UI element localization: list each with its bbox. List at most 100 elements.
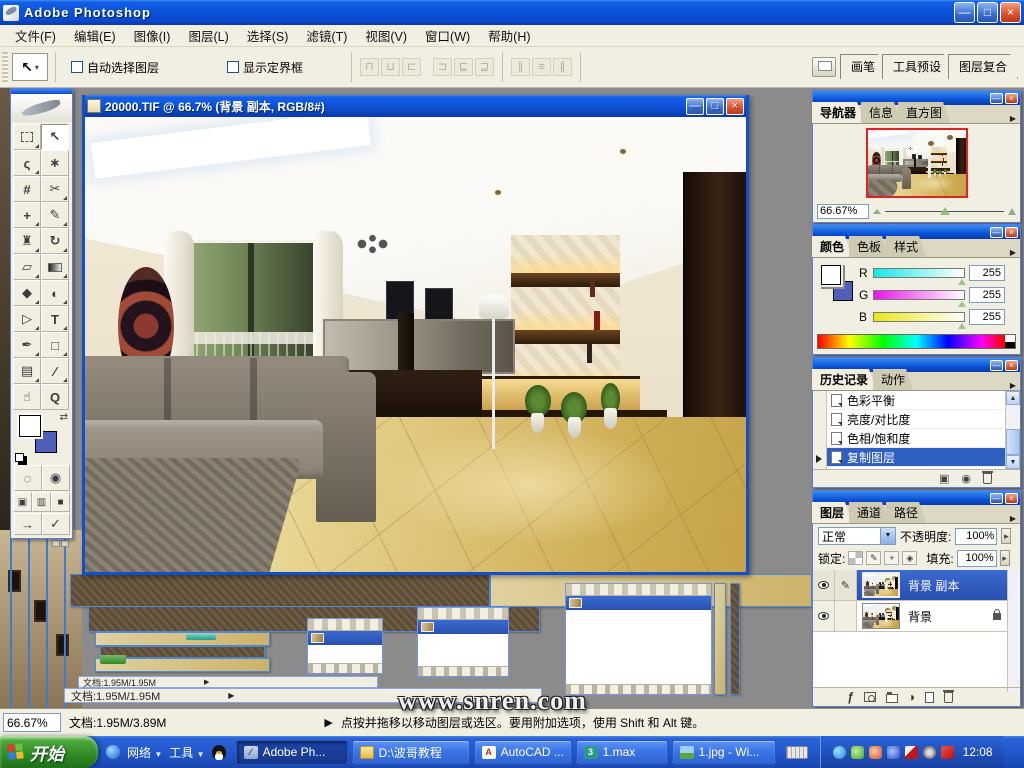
imageready-check-button[interactable]: ✓ xyxy=(41,513,70,535)
tray-shield-icon[interactable] xyxy=(850,745,864,759)
foreground-color-swatch[interactable] xyxy=(821,265,841,285)
red-value-input[interactable]: 255 xyxy=(969,265,1005,281)
task-button-autocad[interactable]: A AutoCAD ... xyxy=(473,739,572,765)
scrollbar-thumb[interactable] xyxy=(1006,429,1020,455)
file-browser-icon[interactable] xyxy=(811,57,836,77)
opacity-input[interactable]: 100% xyxy=(955,527,998,545)
swap-colors-icon[interactable]: ⇄ xyxy=(60,412,68,423)
tab-color[interactable]: 颜色 xyxy=(812,236,852,257)
menu-window[interactable]: 窗口(W) xyxy=(416,24,479,47)
close-button[interactable]: × xyxy=(1000,2,1021,23)
red-slider[interactable] xyxy=(873,268,966,285)
zoom-tool-button[interactable]: Q xyxy=(41,384,69,410)
palette-minimize-button[interactable]: — xyxy=(990,492,1003,504)
layer-row[interactable]: 背景 xyxy=(813,601,1007,632)
new-group-button[interactable] xyxy=(885,691,898,703)
tray-power-icon[interactable] xyxy=(940,745,954,759)
standard-mode-button[interactable]: ◌ xyxy=(13,465,42,491)
quick-mask-mode-button[interactable]: ◉ xyxy=(41,465,70,491)
move-tool-button[interactable]: ↖ xyxy=(41,124,69,150)
doc-minimize-button[interactable]: — xyxy=(686,97,704,115)
input-method-keyboard-icon[interactable] xyxy=(785,745,808,759)
menu-filter[interactable]: 滤镜(T) xyxy=(297,24,356,47)
layers-scrollbar[interactable] xyxy=(1007,570,1019,692)
gradient-tool-button[interactable] xyxy=(41,254,69,280)
layer-row-selected[interactable]: ✎ 背景 副本 xyxy=(813,570,1007,601)
task-button-photoshop[interactable]: ∕ Adobe Ph... xyxy=(235,739,348,765)
navigator-zoom-slider[interactable] xyxy=(885,206,1004,215)
current-tool-button[interactable]: ↖ ▾ xyxy=(12,53,48,81)
menu-image[interactable]: 图像(I) xyxy=(125,24,180,47)
tray-messenger-icon[interactable] xyxy=(832,745,846,759)
tab-info[interactable]: 信息 xyxy=(861,102,901,123)
doc-maximize-button[interactable]: □ xyxy=(706,97,724,115)
fill-input[interactable]: 100% xyxy=(956,549,997,567)
navigator-proxy-view[interactable] xyxy=(865,128,968,198)
task-button-image-viewer[interactable]: 1.jpg - Wi... xyxy=(671,739,776,765)
link-cell[interactable] xyxy=(835,601,857,631)
minimize-button[interactable]: — xyxy=(954,2,975,23)
new-snapshot-button[interactable]: ◉ xyxy=(961,472,971,485)
tab-layers[interactable]: 图层 xyxy=(812,502,852,523)
default-colors-icon[interactable] xyxy=(15,453,24,462)
fill-spinner-icon[interactable]: ▸ xyxy=(999,550,1010,566)
delete-layer-button[interactable] xyxy=(942,689,954,703)
scroll-down-icon[interactable]: ▼ xyxy=(1006,455,1020,469)
new-layer-button[interactable] xyxy=(924,691,934,703)
tools-menu[interactable]: 工具 ▼ xyxy=(169,744,204,761)
opacity-spinner-icon[interactable]: ▸ xyxy=(1001,528,1012,544)
pen-tool-button[interactable]: ✒ xyxy=(13,332,41,358)
fullscreen-button[interactable]: ■ xyxy=(51,492,70,512)
auto-select-layer-checkbox[interactable]: 自动选择图层 xyxy=(71,59,159,76)
menu-layer[interactable]: 图层(L) xyxy=(179,24,237,47)
layer-style-button[interactable]: ƒ xyxy=(847,690,854,704)
tab-tool-presets[interactable]: 工具预设 xyxy=(882,54,952,79)
document-titlebar[interactable]: 20000.TIF @ 66.7% (背景 副本, RGB/8#) — □ × xyxy=(85,95,746,117)
blue-slider[interactable] xyxy=(873,312,966,329)
green-slider[interactable] xyxy=(873,290,966,307)
healing-brush-tool-button[interactable]: + xyxy=(13,202,41,228)
new-document-from-state-button[interactable]: ▣ xyxy=(939,472,949,485)
tray-network-icon[interactable] xyxy=(886,745,900,759)
document-canvas[interactable] xyxy=(85,117,746,572)
fullscreen-menubar-button[interactable]: ▥ xyxy=(32,492,51,512)
path-selection-tool-button[interactable]: ▷ xyxy=(13,306,41,332)
palette-menu-icon[interactable]: ▶ xyxy=(1010,248,1016,257)
hand-tool-button[interactable]: ☝ xyxy=(13,384,41,410)
brush-tool-button[interactable]: ✎ xyxy=(41,202,69,228)
palette-close-button[interactable]: × xyxy=(1005,226,1018,238)
shape-tool-button[interactable]: □ xyxy=(41,332,69,358)
crop-tool-button[interactable]: # xyxy=(13,176,41,202)
triangle-right-icon[interactable]: ▶ xyxy=(324,716,332,729)
palette-minimize-button[interactable]: — xyxy=(990,92,1003,104)
task-button-folder[interactable]: D:\波哥教程 xyxy=(351,739,470,765)
jump-to-imageready-button[interactable]: → xyxy=(13,513,42,535)
lasso-tool-button[interactable]: ς xyxy=(13,150,41,176)
history-step[interactable]: 色相/饱和度 xyxy=(827,429,1005,448)
tray-disc-icon[interactable] xyxy=(922,745,936,759)
blue-value-input[interactable]: 255 xyxy=(969,309,1005,325)
palette-minimize-button[interactable]: — xyxy=(990,359,1003,371)
menu-file[interactable]: 文件(F) xyxy=(6,24,65,47)
tab-paths[interactable]: 路径 xyxy=(886,502,926,523)
adjustment-layer-button[interactable]: ◑ xyxy=(908,690,915,704)
clone-stamp-tool-button[interactable]: ♜ xyxy=(13,228,41,254)
zoom-in-icon[interactable] xyxy=(1008,207,1016,215)
add-mask-button[interactable] xyxy=(863,692,876,702)
tray-user-icon[interactable] xyxy=(868,745,882,759)
history-scrollbar[interactable]: ▲ ▼ xyxy=(1005,391,1020,469)
blur-tool-button[interactable]: ◆ xyxy=(13,280,41,306)
qq-messenger-icon[interactable] xyxy=(211,744,226,760)
show-bounding-box-checkbox[interactable]: 显示定界框 xyxy=(227,59,303,76)
browser-icon[interactable] xyxy=(106,745,120,759)
maximize-button[interactable]: □ xyxy=(977,2,998,23)
palette-minimize-button[interactable]: — xyxy=(990,226,1003,238)
visibility-cell[interactable] xyxy=(813,570,835,600)
zoom-percentage-input[interactable]: 66.67% xyxy=(3,713,61,732)
lock-position-toggle[interactable]: + xyxy=(884,551,900,565)
history-step-selected[interactable]: 复制图层 xyxy=(827,448,1005,467)
tray-kaspersky-icon[interactable] xyxy=(904,745,918,759)
network-menu[interactable]: 网络 ▼ xyxy=(127,744,162,761)
tab-brushes[interactable]: 画笔 xyxy=(840,54,886,79)
marquee-tool-button[interactable] xyxy=(13,124,41,150)
